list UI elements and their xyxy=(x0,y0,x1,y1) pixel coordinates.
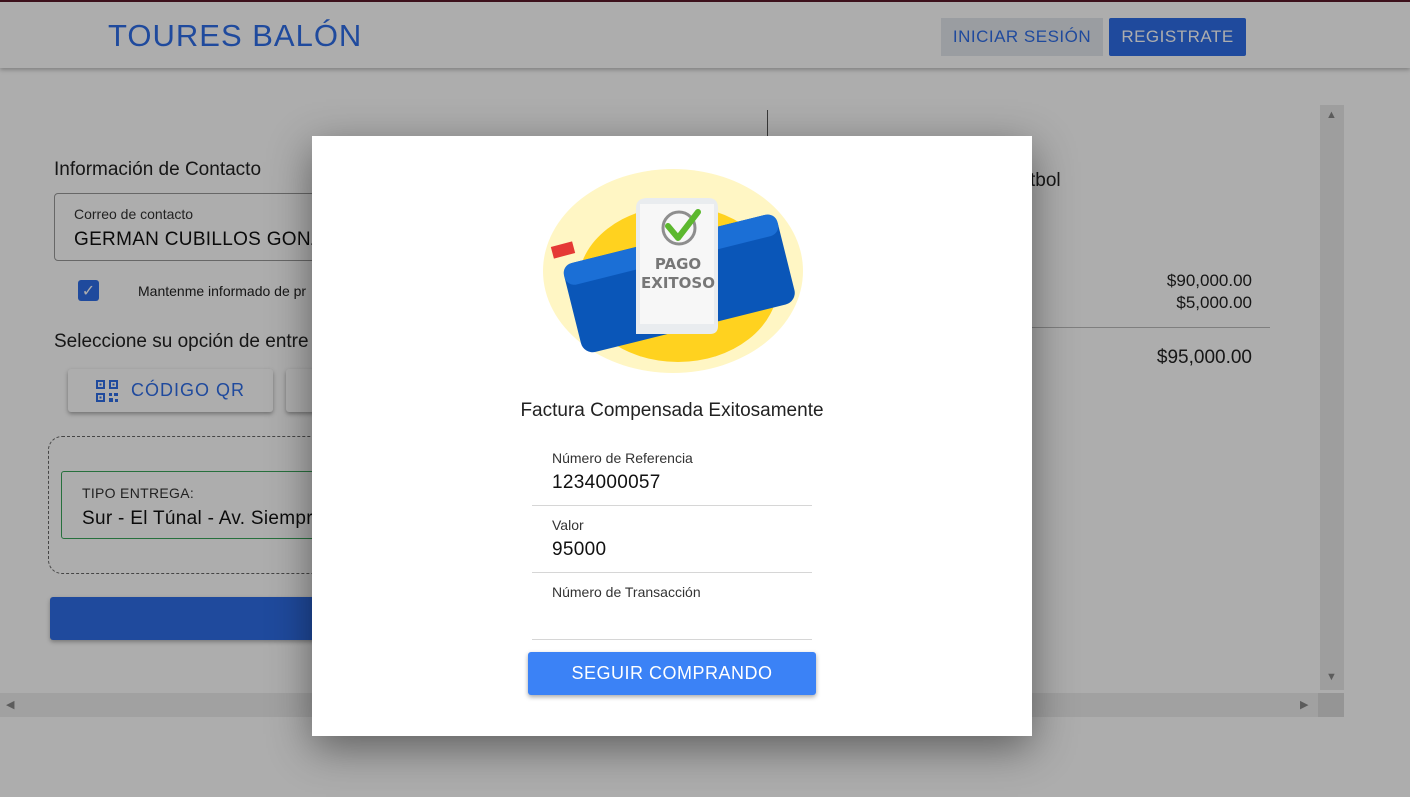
amount-value: 95000 xyxy=(552,539,607,560)
badge-line2: EXITOSO xyxy=(641,274,715,292)
amount-field: Valor 95000 xyxy=(532,506,812,573)
payment-success-illustration: PAGO EXITOSO xyxy=(543,169,803,373)
amount-label: Valor xyxy=(552,517,584,533)
reference-number-value: 1234000057 xyxy=(552,472,661,493)
continue-shopping-button[interactable]: SEGUIR COMPRANDO xyxy=(528,652,816,695)
dialog-title: Factura Compensada Exitosamente xyxy=(520,400,824,421)
badge-line1: PAGO xyxy=(655,255,701,273)
reference-number-label: Número de Referencia xyxy=(552,450,693,466)
reference-number-field: Número de Referencia 1234000057 xyxy=(532,438,812,506)
transaction-number-field: Número de Transacción xyxy=(532,573,812,640)
transaction-number-label: Número de Transacción xyxy=(552,584,701,600)
payment-success-dialog: PAGO EXITOSO Factura Compensada Exitosam… xyxy=(312,136,1032,736)
